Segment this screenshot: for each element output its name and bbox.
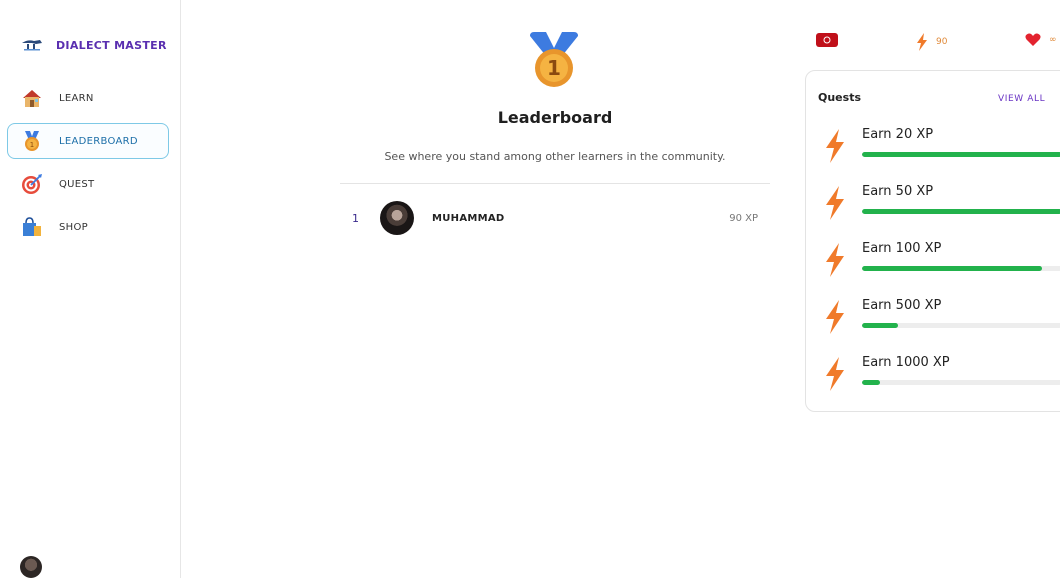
quest-progress-fill [862,323,898,328]
quest-label: Earn 20 XP [862,127,934,142]
user-xp: 90 XP [729,212,758,224]
flag-icon [816,33,838,47]
quest-item[interactable]: Earn 20 XP [806,127,1060,167]
language-flag[interactable] [816,33,838,47]
page-title: Leaderboard [497,108,613,127]
quest-label: Earn 50 XP [862,184,934,199]
medal-icon: 1 [21,130,43,152]
hearts-value: ∞ [1049,35,1057,45]
xp-counter[interactable]: 90 [916,33,947,51]
quest-item[interactable]: Earn 500 XP [806,298,1060,338]
lightning-icon [826,243,844,277]
sidebar-item-label: QUEST [59,178,95,190]
quest-label: Earn 100 XP [862,241,942,256]
divider [340,183,770,184]
shopping-bag-icon [21,216,43,238]
app-title: DIALECT MASTER [56,38,167,52]
sidebar-item-label: SHOP [59,221,88,233]
house-icon [21,87,43,109]
quests-card: Quests VIEW ALL Earn 20 XP Earn 50 XP Ea… [805,70,1060,412]
xp-value: 90 [936,37,948,47]
target-icon [21,173,43,195]
avatar [380,201,414,235]
quest-progress-bar [862,380,1060,385]
svg-text:1: 1 [547,56,561,80]
brand[interactable]: DIALECT MASTER [20,36,167,54]
lightning-icon [826,357,844,391]
sidebar-item-leaderboard[interactable]: 1 LEADERBOARD [7,123,169,159]
sidebar-item-label: LEADERBOARD [59,135,138,147]
quest-label: Earn 500 XP [862,298,942,313]
quest-item[interactable]: Earn 1000 XP [806,355,1060,395]
quest-progress-fill [862,152,1060,157]
avatar[interactable] [20,556,42,578]
medal-icon: 1 [530,32,578,87]
quest-progress-bar [862,152,1060,157]
sidebar-item-label: LEARN [59,92,94,104]
quest-progress-fill [862,266,1042,271]
page-subtitle: See where you stand among other learners… [384,150,726,163]
svg-text:1: 1 [30,141,34,149]
sidebar-item-learn[interactable]: LEARN [7,80,169,116]
heart-icon [1025,33,1041,46]
rank-number: 1 [352,211,359,225]
leaderboard-row[interactable]: 1 MUHAMMAD 90 XP [340,200,770,236]
quest-progress-bar [862,209,1060,214]
lightning-icon [826,129,844,163]
sidebar-nav: LEARN 1 LEADERBOARD QUEST SHOP [7,80,169,252]
sidebar-item-quest[interactable]: QUEST [7,166,169,202]
quests-title: Quests [818,91,861,104]
view-all-link[interactable]: VIEW ALL [998,94,1045,104]
quest-item[interactable]: Earn 50 XP [806,184,1060,224]
hearts-counter[interactable]: ∞ [1025,33,1057,47]
quest-progress-bar [862,266,1060,271]
logo-icon [22,40,42,51]
quest-progress-bar [862,323,1060,328]
lightning-icon [917,33,927,51]
user-name: MUHAMMAD [432,212,505,224]
quest-progress-fill [862,209,1060,214]
sidebar-item-shop[interactable]: SHOP [7,209,169,245]
lightning-icon [826,186,844,220]
quest-item[interactable]: Earn 100 XP [806,241,1060,281]
sidebar: DIALECT MASTER LEARN 1 LEADERBOARD QUEST… [0,0,181,578]
quest-label: Earn 1000 XP [862,355,950,370]
quest-progress-fill [862,380,880,385]
lightning-icon [826,300,844,334]
